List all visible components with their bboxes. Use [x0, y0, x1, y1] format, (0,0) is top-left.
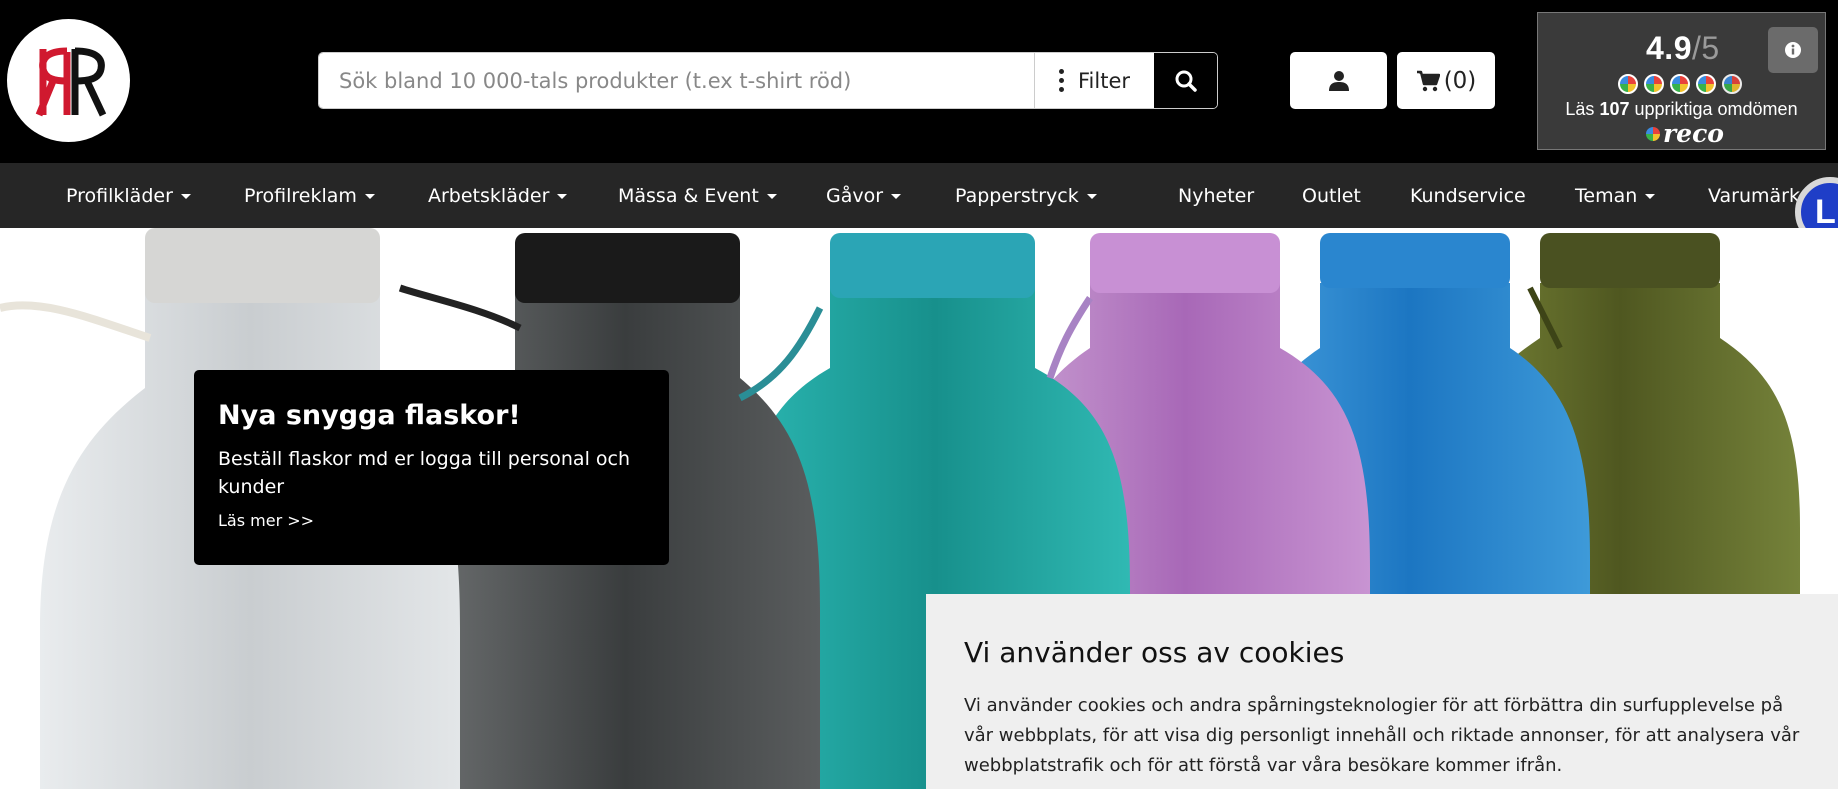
promo-text: Beställ flaskor md er logga till persona…: [218, 448, 631, 498]
promo-title: Nya snygga flaskor!: [218, 400, 521, 431]
filter-label: Filter: [1077, 68, 1130, 93]
caret-down-icon: [180, 194, 191, 199]
reco-logo: reco: [1646, 119, 1724, 148]
reco-review-link[interactable]: Läs 107 uppriktiga omdömen: [1538, 99, 1825, 120]
promo-card: Nya snygga flaskor! Beställ flaskor md e…: [194, 370, 669, 565]
search-bar: Filter: [318, 52, 1218, 109]
reco-rating-widget[interactable]: 4.9/5 Läs 107 uppriktiga omdömen reco: [1537, 12, 1826, 150]
nav-item-papperstryck[interactable]: Papperstryck: [955, 163, 1097, 228]
nav-item-massa-event[interactable]: Mässa & Event: [618, 163, 777, 228]
nav-item-profilklader[interactable]: Profilkläder: [66, 163, 191, 228]
cookie-text: Vi använder cookies och andra spårningst…: [964, 695, 1800, 776]
caret-down-icon: [1645, 194, 1656, 199]
caret-down-icon: [364, 194, 375, 199]
nav-item-profilreklam[interactable]: Profilreklam: [244, 163, 375, 228]
promo-read-more-link[interactable]: Läs mer >>: [218, 511, 314, 530]
site-logo[interactable]: [7, 19, 130, 142]
caret-down-icon: [1086, 194, 1097, 199]
cookie-banner: Vi använder oss av cookies Vi använder c…: [926, 594, 1838, 789]
reco-stars: [1618, 74, 1742, 94]
nav-item-nyheter[interactable]: Nyheter: [1178, 163, 1254, 228]
rating-dot-icon: [1696, 74, 1716, 94]
kebab-icon: [1058, 69, 1064, 92]
info-icon: [1785, 42, 1801, 58]
caret-down-icon: [891, 194, 902, 199]
reco-logo-icon: [1646, 126, 1660, 141]
nav-item-arbetsklader[interactable]: Arbetskläder: [428, 163, 568, 228]
nav-item-gavor[interactable]: Gåvor: [826, 163, 902, 228]
nav-item-kundservice[interactable]: Kundservice: [1410, 163, 1526, 228]
logo-mark: [35, 47, 107, 117]
search-button[interactable]: [1154, 53, 1217, 108]
filter-button[interactable]: Filter: [1034, 53, 1154, 108]
site-header: Filter (0) 4.9/5: [0, 0, 1838, 163]
caret-down-icon: [557, 194, 568, 199]
main-nav: Profilkläder Profilreklam Arbetskläder M…: [0, 163, 1838, 228]
rating-dot-icon: [1722, 74, 1742, 94]
cart-button[interactable]: (0): [1397, 52, 1495, 109]
nav-item-teman[interactable]: Teman: [1575, 163, 1656, 228]
rating-dot-icon: [1670, 74, 1690, 94]
search-input[interactable]: [319, 53, 1034, 108]
search-icon: [1175, 70, 1197, 92]
rating-dot-icon: [1644, 74, 1664, 94]
info-button[interactable]: [1768, 27, 1818, 73]
cart-count: (0): [1443, 67, 1477, 94]
caret-down-icon: [766, 194, 777, 199]
account-button[interactable]: [1290, 52, 1387, 109]
rating-dot-icon: [1618, 74, 1638, 94]
user-icon: [1328, 70, 1349, 91]
cookie-title: Vi använder oss av cookies: [964, 636, 1345, 669]
nav-item-outlet[interactable]: Outlet: [1302, 163, 1361, 228]
cart-icon: [1416, 70, 1440, 91]
reco-score: 4.9/5: [1646, 30, 1720, 66]
